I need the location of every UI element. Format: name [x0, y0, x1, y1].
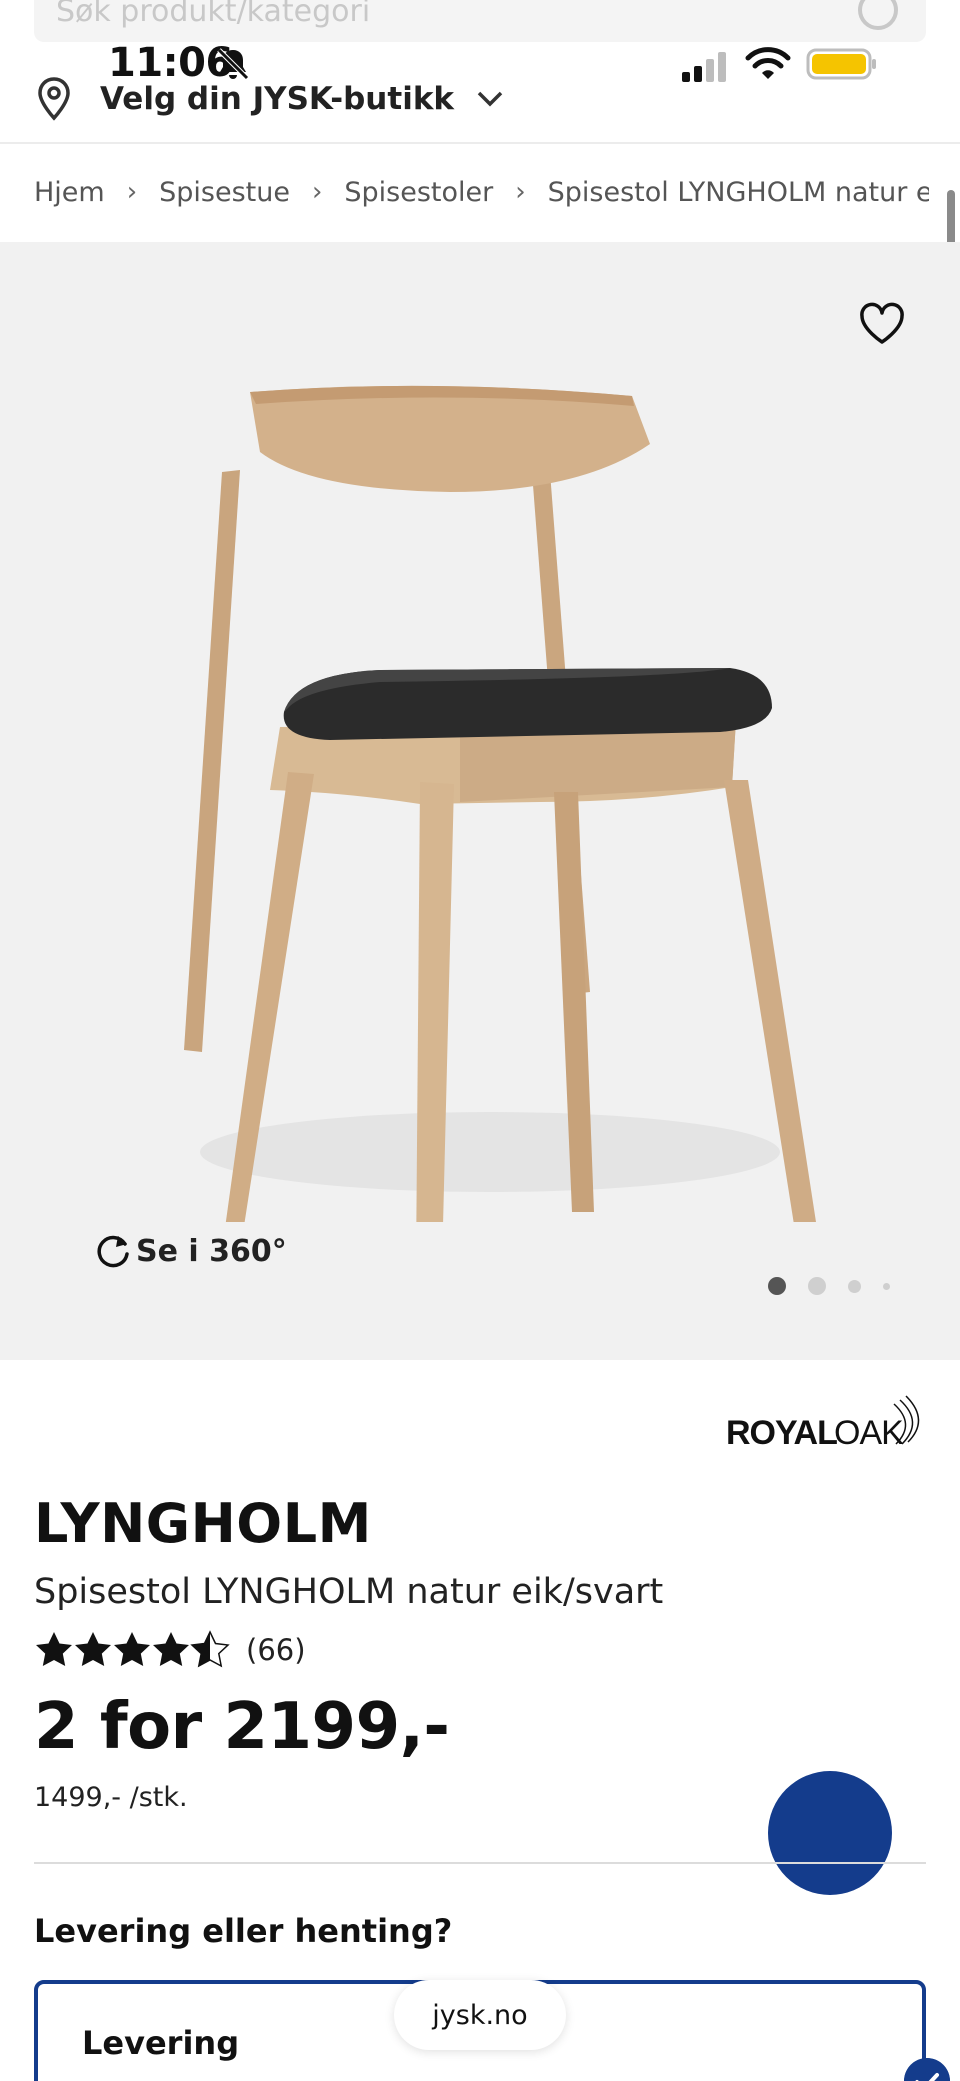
- svg-text:OAK: OAK: [834, 1414, 904, 1452]
- battery-icon: [806, 48, 876, 80]
- wifi-icon: [745, 47, 791, 79]
- view-360-label: Se i 360°: [136, 1233, 287, 1269]
- delivery-option-label: Levering: [82, 2024, 240, 2062]
- chevron-right-icon: ›: [311, 177, 323, 207]
- heart-icon[interactable]: [858, 302, 906, 346]
- product-image-gallery[interactable]: Se i 360°: [0, 242, 960, 1360]
- chevron-down-icon: [477, 91, 503, 107]
- svg-text:ROYAL: ROYAL: [726, 1414, 837, 1452]
- delivery-heading: Levering eller henting?: [34, 1912, 453, 1950]
- product-image: [184, 385, 816, 1222]
- breadcrumb-item-spisestue[interactable]: Spisestue: [159, 177, 290, 208]
- search-bar[interactable]: Søk produkt/kategori: [34, 0, 926, 42]
- product-price: 2 for 2199,-: [34, 1690, 450, 1764]
- store-selector-label: Velg din JYSK-butikk: [100, 81, 455, 117]
- breadcrumb: Hjem › Spisestue › Spisestoler › Spisest…: [34, 172, 929, 212]
- section-divider: [34, 1862, 926, 1864]
- carousel-dot[interactable]: [848, 1279, 861, 1293]
- location-pin-icon: [38, 77, 70, 121]
- view-360-button[interactable]: Se i 360°: [94, 1232, 287, 1270]
- breadcrumb-item-hjem[interactable]: Hjem: [34, 177, 105, 208]
- breadcrumb-item-current[interactable]: Spisestol LYNGHOLM natur eik/svart: [548, 177, 929, 208]
- brand-logo: ROYAL OAK: [726, 1395, 920, 1452]
- header-divider: [0, 142, 960, 144]
- product-rating[interactable]: (66): [34, 1630, 306, 1670]
- chevron-right-icon: ›: [515, 177, 526, 207]
- star-rating-icon: [36, 1631, 229, 1667]
- carousel-dot[interactable]: [883, 1282, 890, 1290]
- carousel-dot-active[interactable]: [768, 1277, 786, 1295]
- carousel-dot[interactable]: [808, 1277, 826, 1295]
- browser-url-bar[interactable]: jysk.no: [394, 1980, 566, 2050]
- carousel-dots[interactable]: [768, 1277, 912, 1295]
- search-icon[interactable]: [858, 0, 898, 30]
- rotate-icon: [97, 1235, 129, 1268]
- chat-button[interactable]: [768, 1771, 892, 1895]
- rating-count: (66): [246, 1633, 306, 1667]
- product-subtitle: Spisestol LYNGHOLM natur eik/svart: [34, 1572, 664, 1612]
- chevron-right-icon: ›: [126, 177, 138, 207]
- breadcrumb-item-spisestoler[interactable]: Spisestoler: [344, 177, 493, 208]
- product-title: LYNGHOLM: [34, 1492, 372, 1555]
- cellular-signal-icon: [682, 52, 726, 82]
- search-placeholder: Søk produkt/kategori: [56, 0, 371, 29]
- store-selector[interactable]: Velg din JYSK-butikk: [34, 74, 504, 124]
- unit-price: 1499,- /stk.: [34, 1782, 188, 1813]
